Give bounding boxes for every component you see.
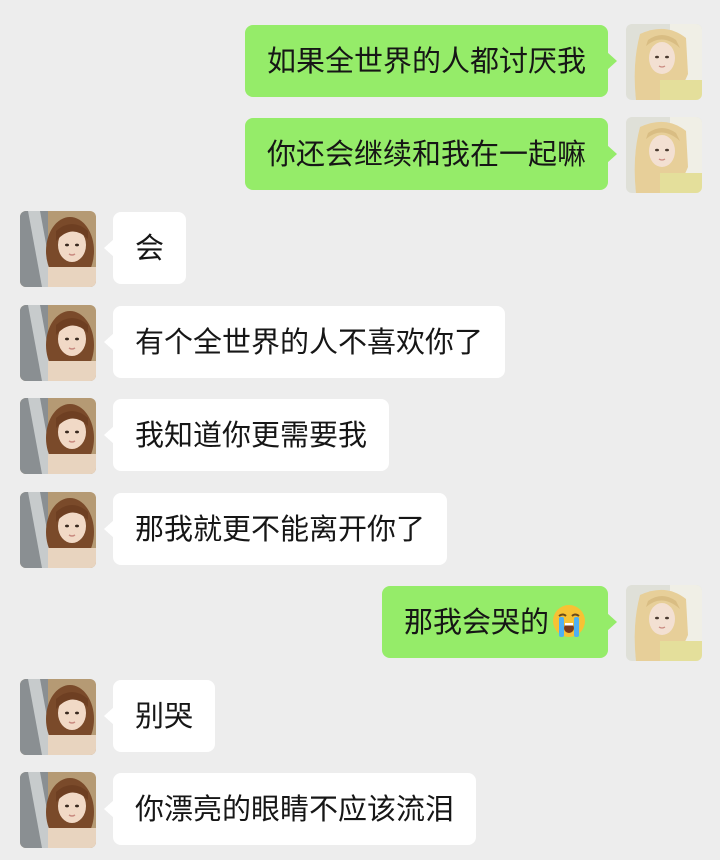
long-hair-girl-avatar[interactable] [20,398,96,474]
blonde-girl-avatar[interactable] [626,24,702,100]
long-hair-girl-avatar[interactable] [20,772,96,848]
loudly-crying-face-emoji-icon [552,604,586,638]
message-row-received: 那我就更不能离开你了 [0,492,720,568]
blonde-girl-avatar[interactable] [626,117,702,193]
message-bubble-received[interactable]: 我知道你更需要我 [103,399,390,471]
message-bubble-sent[interactable]: 你还会继续和我在一起嘛 [244,118,618,190]
message-bubble-received[interactable]: 那我就更不能离开你了 [103,493,448,565]
message-row-sent: 你还会继续和我在一起嘛 [0,117,720,193]
message-row-sent: 如果全世界的人都讨厌我 [0,24,720,100]
message-bubble-sent[interactable]: 如果全世界的人都讨厌我 [244,25,618,97]
message-bubble-received[interactable]: 有个全世界的人不喜欢你了 [103,306,506,378]
message-row-received: 你漂亮的眼睛不应该流泪 [0,772,720,848]
message-bubble-received[interactable]: 你漂亮的眼睛不应该流泪 [103,773,477,845]
message-row-received: 我知道你更需要我 [0,398,720,474]
long-hair-girl-avatar[interactable] [20,305,96,381]
message-row-sent: 那我会哭的 [0,585,720,661]
message-bubble-received[interactable]: 会 [103,212,187,284]
blonde-girl-avatar[interactable] [626,585,702,661]
message-row-received: 会 [0,211,720,287]
chat-message-list: 如果全世界的人都讨厌我 你还会继续和我在一起嘛 会 有个全世界的人不喜欢你了 我… [0,0,720,860]
long-hair-girl-avatar[interactable] [20,679,96,755]
long-hair-girl-avatar[interactable] [20,492,96,568]
message-row-received: 别哭 [0,679,720,755]
message-bubble-received[interactable]: 别哭 [103,680,216,752]
message-bubble-sent[interactable]: 那我会哭的 [381,586,618,658]
message-text: 那我会哭的 [403,605,549,639]
long-hair-girl-avatar[interactable] [20,211,96,287]
message-row-received: 有个全世界的人不喜欢你了 [0,305,720,381]
